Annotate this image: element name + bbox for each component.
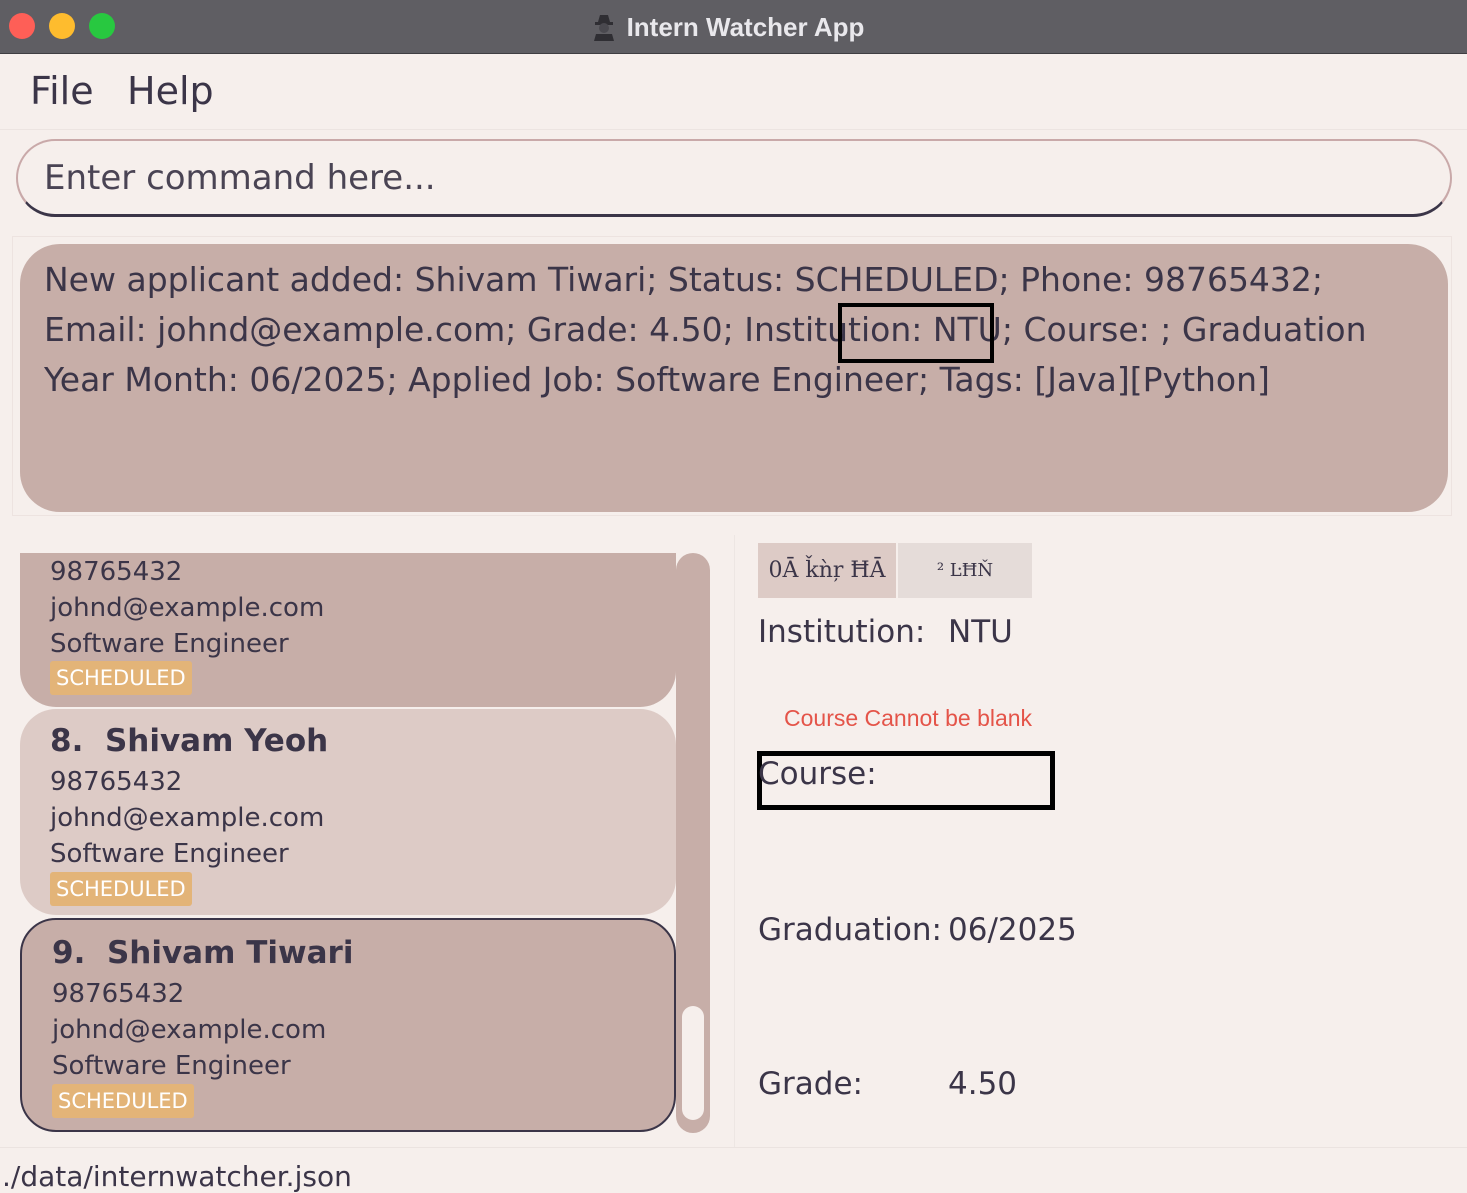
applicant-job: Software Engineer: [50, 629, 289, 659]
applicant-phone: 98765432: [52, 979, 185, 1009]
applicant-phone: 98765432: [50, 767, 183, 797]
data-file-path: ./data/internwatcher.json: [2, 1160, 352, 1193]
course-highlight-box: [838, 303, 994, 363]
applicant-name: Shivam Tiwari: [106, 935, 354, 971]
applicant-job: Software Engineer: [50, 839, 289, 869]
applicant-name-line: 9. Shivam Tiwari: [52, 935, 353, 971]
window-title: Intern Watcher App: [626, 11, 865, 42]
applicant-list[interactable]: 98765432 johnd@example.com Software Engi…: [20, 553, 676, 1133]
applicant-card[interactable]: 8. Shivam Yeoh 98765432 johnd@example.co…: [20, 709, 676, 915]
applicant-email: johnd@example.com: [50, 593, 325, 623]
result-message: New applicant added: Shivam Tiwari; Stat…: [44, 260, 1367, 399]
applicant-index: 8.: [50, 723, 84, 759]
graduation-label: Graduation:: [758, 912, 942, 948]
grade-value: 4.50: [948, 1066, 1018, 1102]
applicant-phone: 98765432: [50, 557, 183, 587]
title-bar: Intern Watcher App: [0, 0, 1467, 54]
title-wrap: Intern Watcher App: [0, 0, 1467, 54]
course-label: Course:: [758, 756, 877, 792]
applicant-name-line: 8. Shivam Yeoh: [50, 723, 328, 759]
command-box-area: [0, 129, 1467, 227]
applicant-email: johnd@example.com: [50, 803, 325, 833]
institution-label: Institution:: [758, 614, 926, 650]
applicant-card[interactable]: 98765432 johnd@example.com Software Engi…: [20, 553, 676, 707]
spy-app-icon: [593, 15, 614, 41]
status-badge: SCHEDULED: [50, 872, 192, 906]
list-scrollbar-thumb[interactable]: [682, 1006, 704, 1120]
applicant-job: Software Engineer: [52, 1051, 291, 1081]
detail-tab-2[interactable]: ² ĿĦŇ: [898, 543, 1032, 598]
grade-label: Grade:: [758, 1066, 863, 1102]
institution-value: NTU: [948, 614, 1013, 650]
menu-bar: File Help: [0, 55, 1467, 129]
graduation-value: 06/2025: [948, 912, 1077, 948]
menu-file[interactable]: File: [30, 69, 94, 113]
applicant-card-selected[interactable]: 9. Shivam Tiwari 98765432 johnd@example.…: [20, 918, 676, 1132]
detail-tab-1[interactable]: 0Ā ǩǹŗ ĦĀ: [758, 543, 896, 598]
command-input[interactable]: [16, 139, 1452, 217]
applicant-email: johnd@example.com: [52, 1015, 327, 1045]
menu-help[interactable]: Help: [127, 69, 214, 113]
status-badge: SCHEDULED: [50, 661, 192, 695]
status-badge: SCHEDULED: [52, 1084, 194, 1118]
applicant-index: 9.: [52, 935, 86, 971]
applicant-name: Shivam Yeoh: [104, 723, 329, 759]
course-error-message: Course Cannot be blank: [784, 705, 1033, 731]
